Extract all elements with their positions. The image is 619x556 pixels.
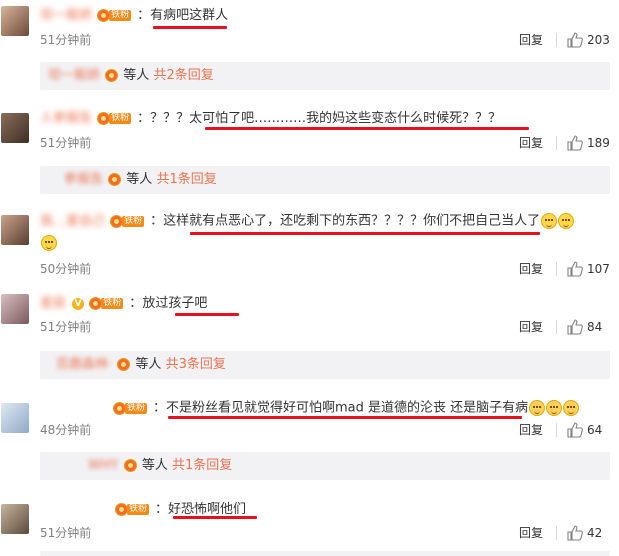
- reply-button[interactable]: 回复: [519, 33, 543, 47]
- reply-username[interactable]: WHY: [88, 458, 119, 473]
- timestamp: 51分钟前: [40, 33, 92, 47]
- fan-badge: 铁粉: [97, 111, 137, 126]
- comment-text: 好恐怖啊他们: [168, 502, 247, 517]
- comment-text: ？？？太可怕了吧…………我的妈这些变态什么时候死？？？: [150, 111, 502, 126]
- like-count: 42: [587, 526, 603, 540]
- timestamp: 48分钟前: [40, 423, 92, 437]
- username[interactable]: 人参报告: [40, 111, 92, 126]
- annotation-underline: [173, 516, 257, 519]
- fan-badge: 铁粉: [110, 214, 150, 229]
- view-replies-link[interactable]: 共1条回复: [156, 172, 216, 187]
- annotation-underline: [168, 416, 522, 419]
- reply-summary-bar[interactable]: 坦一般娇 等人 共2条回复: [40, 62, 610, 90]
- timestamp: 51分钟前: [40, 136, 92, 150]
- reply-summary-bar[interactable]: WHY 等人 共1条回复: [40, 452, 610, 480]
- worried-emoji-icon: [546, 400, 563, 416]
- reply-button[interactable]: 回复: [519, 262, 543, 276]
- timestamp: 50分钟前: [40, 262, 92, 276]
- reply-button[interactable]: 回复: [519, 526, 543, 540]
- like-count: 189: [587, 136, 610, 150]
- annotation-underline: [205, 127, 529, 130]
- divider: [556, 262, 557, 276]
- view-replies-link[interactable]: 共3条回复: [166, 357, 226, 372]
- reply-button[interactable]: 回复: [519, 423, 543, 437]
- reply-button[interactable]: 回复: [519, 320, 543, 334]
- reply-button[interactable]: 回复: [519, 136, 543, 150]
- fan-badge: [105, 68, 119, 83]
- fan-badge: [108, 172, 122, 187]
- username[interactable]: 我…爱自己: [40, 214, 105, 229]
- timestamp: 51分钟前: [40, 320, 92, 334]
- reply-username[interactable]: 参报告: [64, 172, 103, 187]
- like-count: 84: [587, 320, 603, 334]
- like-button[interactable]: 203: [567, 32, 619, 48]
- fan-badge: 铁粉: [89, 296, 129, 311]
- fan-badge: [117, 357, 131, 372]
- annotation-underline: [175, 313, 239, 316]
- divider: [556, 33, 557, 47]
- divider: [556, 136, 557, 150]
- divider: [556, 320, 557, 334]
- avatar[interactable]: [1, 215, 29, 245]
- divider: [556, 423, 557, 437]
- reply-summary-bar-partial[interactable]: [40, 551, 610, 556]
- verified-icon: V: [72, 297, 85, 310]
- heart-icon: [105, 69, 119, 82]
- thumbs-up-icon: [567, 422, 583, 438]
- thumbs-up-icon: [567, 525, 583, 541]
- username[interactable]: 坦一般娇: [40, 8, 92, 23]
- comment-text: 有病吧这群人: [150, 8, 229, 23]
- comment-text: 这样就有点恶心了，还吃剩下的东西？？？？你们不把自己当人了: [163, 213, 541, 229]
- reply-summary-bar[interactable]: 参报告 等人 共1条回复: [40, 166, 610, 194]
- divider: [556, 526, 557, 540]
- view-replies-link[interactable]: 共2条回复: [153, 68, 213, 83]
- worried-emoji-icon: [563, 400, 580, 416]
- smile-emoji-icon: [558, 213, 575, 229]
- like-button[interactable]: 64: [567, 422, 619, 438]
- fan-badge: 铁粉: [113, 401, 153, 416]
- thumbs-up-icon: [567, 32, 583, 48]
- like-count: 203: [587, 33, 610, 47]
- heart-icon: [108, 173, 122, 186]
- fan-badge: 铁粉: [115, 502, 155, 517]
- like-button[interactable]: 84: [567, 319, 619, 335]
- reply-username[interactable]: 百鹿森林·: [56, 357, 112, 372]
- avatar[interactable]: [1, 113, 29, 143]
- comment-text: 放过孩子吧: [142, 296, 208, 311]
- avatar[interactable]: [1, 6, 29, 36]
- fan-badge: [123, 458, 138, 473]
- comment-text: 不是粉丝看见就觉得好可怕啊mad 是道德的沦丧 还是脑子有病: [166, 400, 529, 416]
- avatar[interactable]: [1, 504, 29, 534]
- reply-username[interactable]: 坦一般娇: [48, 68, 100, 83]
- annotation-underline: [153, 26, 227, 29]
- avatar[interactable]: [1, 294, 29, 324]
- like-button[interactable]: 42: [567, 525, 619, 541]
- avatar[interactable]: [1, 403, 29, 433]
- timestamp: 51分钟前: [40, 526, 92, 540]
- smile-emoji-icon: [541, 213, 558, 229]
- like-count: 107: [587, 262, 610, 276]
- thumbs-up-icon: [567, 261, 583, 277]
- thumbs-up-icon: [567, 319, 583, 335]
- annotation-underline: [190, 232, 540, 235]
- username[interactable]: 星辰: [40, 296, 66, 311]
- thumbs-up-icon: [567, 135, 583, 151]
- like-count: 64: [587, 423, 603, 437]
- heart-icon: [117, 358, 131, 371]
- worried-emoji-icon: [529, 400, 546, 416]
- reply-summary-bar[interactable]: 百鹿森林· 等人 共3条回复: [40, 351, 610, 379]
- view-replies-link[interactable]: 共1条回复: [172, 458, 232, 473]
- like-button[interactable]: 107: [567, 261, 619, 277]
- like-button[interactable]: 189: [567, 135, 619, 151]
- smile-emoji-icon: [41, 235, 57, 251]
- fan-badge: 铁粉: [97, 8, 137, 23]
- heart-icon: [123, 459, 137, 472]
